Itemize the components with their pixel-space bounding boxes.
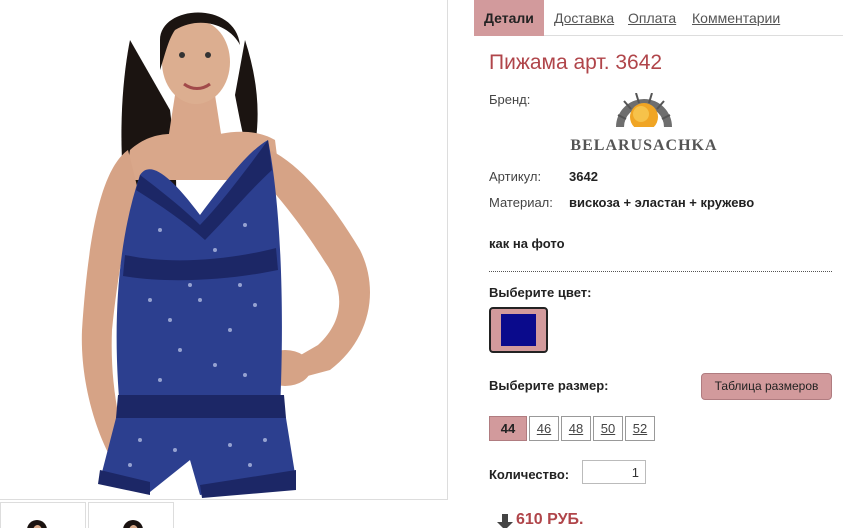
size-label: Выберите размер: (489, 378, 609, 393)
tab-payment[interactable]: Оплата (628, 0, 676, 36)
material-label: Материал: (489, 195, 553, 210)
tab-details[interactable]: Детали (474, 0, 544, 36)
color-swatch-navy[interactable] (489, 307, 548, 353)
product-title: Пижама арт. 3642 (489, 51, 663, 74)
product-info-panel: Детали Доставка Оплата Комментарии Пижам… (474, 0, 843, 528)
arrow-down-icon (497, 514, 513, 528)
thumbnail-strip (0, 502, 448, 528)
thumbnail-1[interactable] (0, 502, 86, 528)
tab-comments[interactable]: Комментарии (692, 0, 780, 36)
size-option-50[interactable]: 50 (593, 416, 623, 441)
product-note: как на фото (489, 236, 565, 251)
brand-logo-text: BELARUSACHKA (570, 137, 718, 154)
sun-icon (614, 92, 674, 131)
product-image[interactable] (0, 0, 448, 500)
product-page: Детали Доставка Оплата Комментарии Пижам… (0, 0, 843, 528)
thumbnail-2[interactable] (88, 502, 174, 528)
article-value: 3642 (569, 169, 598, 184)
material-value: вискоза + эластан + кружево (569, 195, 755, 210)
tab-delivery[interactable]: Доставка (554, 0, 614, 36)
color-label: Выберите цвет: (489, 285, 592, 300)
section-divider (489, 271, 832, 272)
tab-bar: Детали Доставка Оплата Комментарии (474, 0, 843, 36)
size-option-48[interactable]: 48 (561, 416, 591, 441)
price-value: 610 РУБ. (516, 511, 584, 528)
model-photo (81, 12, 370, 498)
quantity-input[interactable] (582, 460, 646, 484)
brand-label: Бренд: (489, 92, 531, 107)
article-label: Артикул: (489, 169, 542, 184)
size-option-44[interactable]: 44 (489, 416, 527, 441)
quantity-label: Количество: (489, 467, 570, 482)
size-option-52[interactable]: 52 (625, 416, 655, 441)
price: 610 РУБ. (496, 511, 584, 528)
size-table-button[interactable]: Таблица размеров (701, 373, 832, 400)
brand-logo[interactable]: BELARUSACHKA (570, 92, 718, 159)
size-option-46[interactable]: 46 (529, 416, 559, 441)
color-swatch-fill (501, 314, 536, 346)
